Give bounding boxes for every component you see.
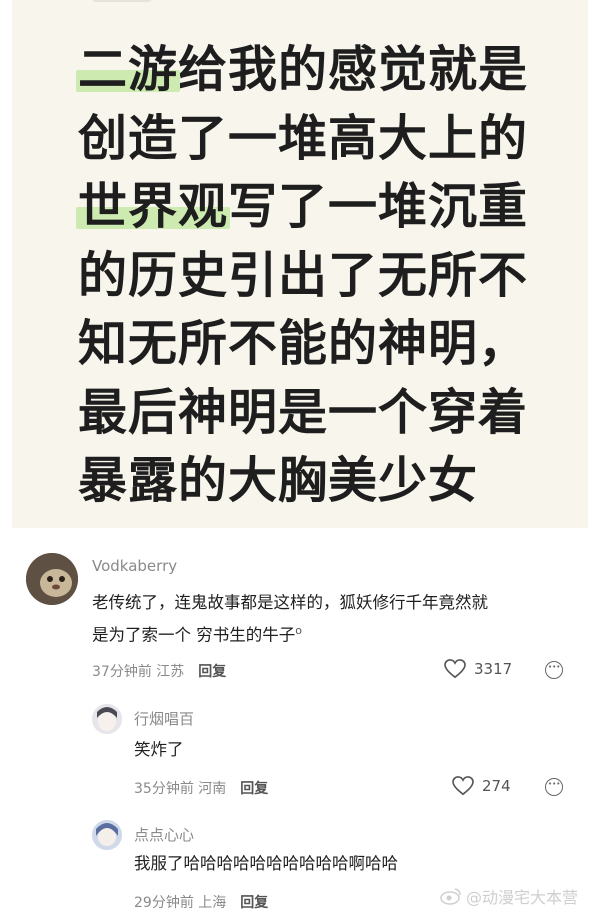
comment-reply: 行烟唱百 笑炸了 35分钟前 河南 回复 274 bbox=[0, 698, 600, 810]
post-line-text: 知无所不能的神明， bbox=[78, 315, 529, 372]
avatar[interactable] bbox=[26, 553, 78, 605]
comment-time-location: 35分钟前 河南 bbox=[134, 781, 227, 797]
comment-text: 我服了哈哈哈哈哈哈哈哈哈哈啊哈哈 bbox=[134, 854, 398, 873]
reply-button[interactable]: 回复 bbox=[240, 781, 268, 797]
reply-button[interactable]: 回复 bbox=[198, 664, 226, 680]
post-line-text: 写了一堆沉重 bbox=[228, 178, 529, 235]
post-line: 二游给我的感觉就是 bbox=[78, 36, 548, 105]
like-count: 3317 bbox=[474, 660, 513, 678]
post-line: 知无所不能的神明， bbox=[78, 310, 548, 379]
more-options-icon[interactable] bbox=[545, 661, 563, 679]
comment-meta: 29分钟前 上海 回复 bbox=[134, 892, 268, 912]
comment-meta: 35分钟前 河南 回复 bbox=[134, 778, 268, 798]
weibo-icon bbox=[440, 888, 461, 905]
like-count: 274 bbox=[482, 777, 511, 795]
post-top-decoration bbox=[92, 0, 152, 2]
post-line: 创造了一堆高大上的 bbox=[78, 105, 548, 174]
watermark: @动漫宅大本营 bbox=[440, 884, 578, 908]
more-options-icon[interactable] bbox=[545, 778, 563, 796]
post-line-text: 给我的感觉就是 bbox=[178, 41, 529, 98]
post-line: 的历史引出了无所不 bbox=[78, 242, 548, 311]
comment-time-location: 29分钟前 上海 bbox=[134, 895, 227, 911]
avatar-image bbox=[92, 704, 122, 734]
avatar[interactable] bbox=[92, 704, 122, 734]
highlight-text: 世界观 bbox=[78, 178, 229, 235]
comment-text-line: 是为了索一个 穷书生的牛子o bbox=[92, 617, 488, 650]
like-button[interactable]: 274 bbox=[452, 776, 511, 796]
post-text: 二游给我的感觉就是 创造了一堆高大上的 世界观写了一堆沉重 的历史引出了无所不 … bbox=[78, 36, 548, 516]
reaction-icon: o bbox=[295, 624, 302, 637]
post-line-text: 最后神明是一个穿着 bbox=[78, 383, 529, 441]
post-line-text: 创造了一堆高大上的 bbox=[78, 109, 529, 167]
comment-username[interactable]: 点点心心 bbox=[134, 824, 194, 845]
avatar[interactable] bbox=[92, 820, 122, 850]
post-line: 世界观写了一堆沉重 bbox=[78, 173, 548, 242]
comment-username[interactable]: Vodkaberry bbox=[92, 557, 177, 575]
comment-meta: 37分钟前 江苏 回复 bbox=[92, 661, 226, 681]
post-line: 最后神明是一个穿着 bbox=[78, 379, 548, 448]
heart-icon bbox=[452, 776, 474, 796]
post-line: 暴露的大胸美少女 bbox=[78, 447, 548, 516]
comment: Vodkaberry 老传统了，连鬼故事都是这样的，狐妖修行千年竟然就 是为了索… bbox=[0, 545, 600, 695]
comment-username[interactable]: 行烟唱百 bbox=[134, 708, 194, 729]
heart-icon bbox=[444, 659, 466, 679]
like-button[interactable]: 3317 bbox=[444, 659, 512, 679]
post-line-text: 的历史引出了无所不 bbox=[78, 246, 529, 304]
comment-time-location: 37分钟前 江苏 bbox=[92, 664, 185, 680]
highlight-text: 二游 bbox=[78, 41, 179, 98]
reply-button[interactable]: 回复 bbox=[240, 895, 268, 911]
post-image: 二游给我的感觉就是 创造了一堆高大上的 世界观写了一堆沉重 的历史引出了无所不 … bbox=[12, 0, 588, 528]
avatar-image bbox=[92, 820, 122, 850]
comment-text: 老传统了，连鬼故事都是这样的，狐妖修行千年竟然就 是为了索一个 穷书生的牛子o bbox=[92, 589, 488, 650]
avatar-image bbox=[26, 553, 78, 605]
watermark-text: @动漫宅大本营 bbox=[465, 888, 578, 907]
comment-text-line: 老传统了，连鬼故事都是这样的，狐妖修行千年竟然就 bbox=[92, 593, 488, 612]
post-line-text: 暴露的大胸美少女 bbox=[78, 452, 479, 509]
comment-text: 笑炸了 bbox=[134, 740, 184, 759]
comment-text-line2: 是为了索一个 穷书生的牛子 bbox=[92, 625, 296, 645]
